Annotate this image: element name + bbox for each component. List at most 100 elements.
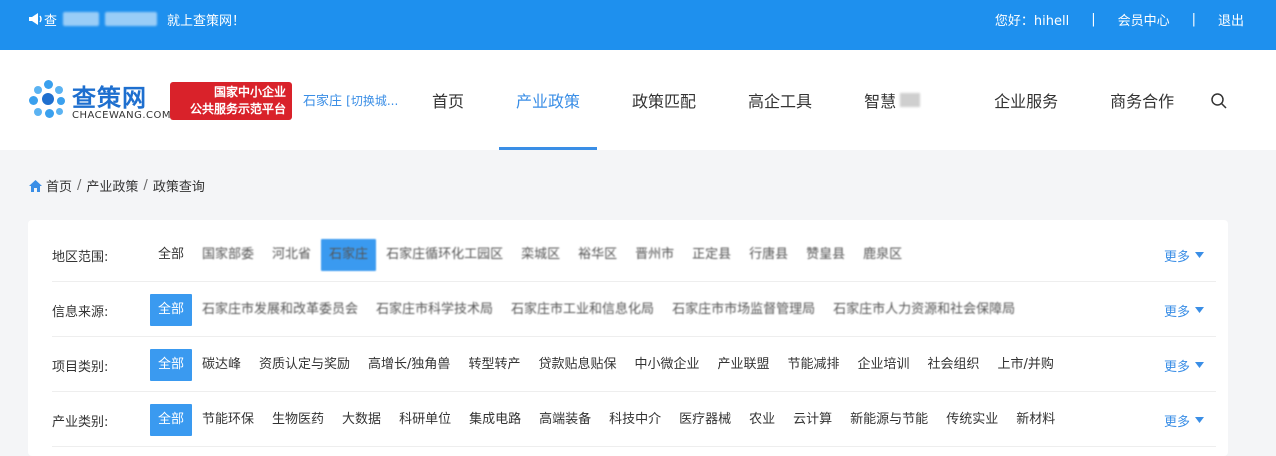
more-button[interactable]: 更多	[1164, 338, 1204, 392]
nav-item-smart[interactable]: 智慧	[847, 50, 937, 150]
member-center-link[interactable]: 会员中心	[1118, 10, 1170, 29]
welcome-prefix: 查	[44, 13, 58, 29]
breadcrumb-industry-policy[interactable]: 产业政策	[86, 176, 138, 195]
filter-option[interactable]: 全部	[150, 239, 192, 271]
filter-label: 产业类别:	[52, 414, 109, 430]
breadcrumb-separator: /	[77, 178, 82, 193]
filter-option[interactable]: 贷款贴息贴保	[530, 349, 624, 381]
platform-badge: 国家中小企业 公共服务示范平台	[170, 82, 292, 120]
filter-options: 全部 碳达峰 资质认定与奖励 高增长/独角兽 转型转产 贷款贴息贴保 中小微企业…	[150, 338, 1064, 392]
filter-options: 全部 石家庄市发展和改革委员会 石家庄市科学技术局 石家庄市工业和信息化局 石家…	[150, 283, 1025, 337]
more-label: 更多	[1163, 414, 1190, 430]
filter-option[interactable]: 生物医药	[264, 404, 332, 436]
filter-row-source: 信息来源: 全部 石家庄市发展和改革委员会 石家庄市科学技术局 石家庄市工业和信…	[52, 283, 1216, 337]
badge-line1: 国家中小企业	[213, 85, 286, 99]
filter-option[interactable]: 高端装备	[531, 404, 599, 436]
more-label: 更多	[1163, 359, 1190, 375]
filter-option[interactable]: 高增长/独角兽	[360, 349, 458, 381]
filter-option[interactable]: 节能减排	[780, 349, 848, 381]
filter-option[interactable]: 产业联盟	[709, 349, 777, 381]
filter-option[interactable]: 石家庄市科学技术局	[368, 294, 501, 326]
filter-option[interactable]: 赞皇县	[798, 239, 853, 271]
more-button[interactable]: 更多	[1164, 283, 1204, 337]
filter-label: 信息来源:	[52, 304, 109, 320]
filter-option[interactable]: 集成电路	[461, 404, 529, 436]
filter-option[interactable]: 转型转产	[460, 349, 528, 381]
nav-item-home[interactable]: 首页	[415, 50, 481, 150]
caret-down-icon	[1195, 362, 1204, 368]
filter-option[interactable]: 河北省	[264, 239, 319, 271]
filter-option[interactable]: 石家庄循环化工园区	[378, 239, 511, 271]
filter-option[interactable]: 裕华区	[570, 239, 625, 271]
welcome-suffix: 就上查策网！	[167, 13, 246, 29]
filter-option[interactable]: 医疗器械	[671, 404, 739, 436]
welcome-text: 查 就上查策网！	[28, 0, 245, 38]
main-nav: 首页 产业政策 政策匹配 高企工具 智慧 企业服务 商务合作	[415, 50, 1209, 150]
filter-option[interactable]: 石家庄市工业和信息化局	[503, 294, 662, 326]
filter-option[interactable]: 大数据	[334, 404, 389, 436]
filter-option[interactable]: 国家部委	[194, 239, 262, 271]
breadcrumb-home[interactable]: 首页	[46, 176, 72, 195]
filter-option[interactable]: 节能环保	[194, 404, 262, 436]
filter-option[interactable]: 行唐县	[741, 239, 796, 271]
nav-item-enterprise-services[interactable]: 企业服务	[977, 50, 1075, 150]
city-switcher[interactable]: 石家庄 [切换城...	[303, 90, 398, 109]
more-label: 更多	[1163, 249, 1190, 265]
switch-city-link[interactable]: [切换城...	[346, 94, 398, 108]
more-label: 更多	[1163, 304, 1190, 320]
filter-option[interactable]: 云计算	[785, 404, 840, 436]
nav-item-hightech-tools[interactable]: 高企工具	[731, 50, 829, 150]
more-button[interactable]: 更多	[1164, 393, 1204, 447]
logo-brand-text: 查策网	[72, 84, 147, 112]
filter-option[interactable]: 晋州市	[627, 239, 682, 271]
filter-option[interactable]: 科技中介	[601, 404, 669, 436]
redacted-text	[900, 93, 921, 107]
filter-option[interactable]: 新材料	[1008, 404, 1063, 436]
filter-option[interactable]: 栾城区	[513, 239, 568, 271]
current-city: 石家庄	[303, 94, 343, 109]
filter-option[interactable]: 正定县	[684, 239, 739, 271]
logo-domain-text: CHACEWANG.COM	[72, 110, 172, 121]
filter-options: 全部 国家部委 河北省 石家庄 石家庄循环化工园区 栾城区 裕华区 晋州市 正定…	[150, 228, 912, 282]
filter-option-selected[interactable]: 全部	[150, 404, 193, 436]
search-icon[interactable]	[1210, 92, 1228, 110]
filter-option[interactable]: 石家庄市人力资源和社会保障局	[825, 294, 1023, 326]
nav-item-smart-label: 智慧	[864, 92, 897, 111]
filter-options: 全部 节能环保 生物医药 大数据 科研单位 集成电路 高端装备 科技中介 医疗器…	[150, 393, 1065, 447]
separator: |	[1191, 11, 1196, 27]
filter-option[interactable]: 企业培训	[850, 349, 918, 381]
breadcrumb: 首页 / 产业政策 / 政策查询	[28, 176, 205, 195]
filter-option-selected[interactable]: 全部	[150, 349, 193, 381]
nav-item-policy-match[interactable]: 政策匹配	[615, 50, 713, 150]
filter-row-industry-category: 产业类别: 全部 节能环保 生物医药 大数据 科研单位 集成电路 高端装备 科技…	[52, 393, 1216, 447]
filter-option[interactable]: 中小微企业	[626, 349, 707, 381]
filter-option[interactable]: 科研单位	[391, 404, 459, 436]
badge-line2: 公共服务示范平台	[189, 102, 286, 116]
breadcrumb-policy-query: 政策查询	[152, 180, 205, 195]
filter-option-selected[interactable]: 全部	[150, 294, 193, 326]
filter-option[interactable]: 农业	[741, 404, 783, 436]
filter-option[interactable]: 资质认定与奖励	[251, 349, 358, 381]
caret-down-icon	[1195, 252, 1204, 258]
filter-option[interactable]: 石家庄市市场监督管理局	[664, 294, 823, 326]
filter-option-selected[interactable]: 石家庄	[321, 239, 377, 271]
filter-option[interactable]: 社会组织	[920, 349, 988, 381]
nav-item-business-cooperation[interactable]: 商务合作	[1093, 50, 1191, 150]
filter-option[interactable]: 上市/并购	[990, 349, 1062, 381]
filter-option[interactable]: 鹿泉区	[855, 239, 910, 271]
logout-link[interactable]: 退出	[1218, 10, 1244, 29]
megaphone-icon	[29, 13, 42, 25]
top-bar: 查 就上查策网！ 您好：hihell | 会员中心 | 退出	[0, 0, 1276, 50]
filter-option[interactable]: 石家庄市发展和改革委员会	[194, 294, 366, 326]
filter-option[interactable]: 传统实业	[938, 404, 1006, 436]
filter-option[interactable]: 碳达峰	[194, 349, 249, 381]
filter-option[interactable]: 新能源与节能	[842, 404, 936, 436]
filter-row-region: 地区范围: 全部 国家部委 河北省 石家庄 石家庄循环化工园区 栾城区 裕华区 …	[52, 228, 1216, 282]
user-greeting: 您好：hihell	[994, 13, 1070, 29]
more-button[interactable]: 更多	[1164, 228, 1204, 282]
nav-item-industry-policy[interactable]: 产业政策	[499, 50, 598, 150]
filter-label: 地区范围:	[52, 249, 109, 265]
main-header: 查策网 CHACEWANG.COM 国家中小企业 公共服务示范平台 石家庄 [切…	[0, 50, 1276, 150]
site-logo[interactable]: 查策网 CHACEWANG.COM	[28, 78, 172, 124]
logo-dots-icon	[28, 80, 70, 120]
